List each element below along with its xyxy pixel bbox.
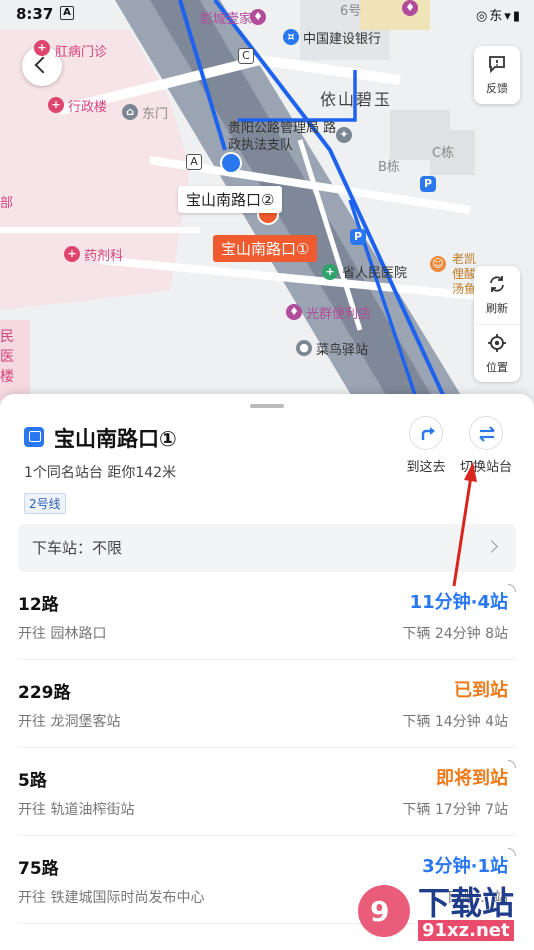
- route-destination: 开往 园林路口: [18, 626, 107, 642]
- locate-icon: [488, 334, 506, 352]
- parking-icon: P: [350, 229, 366, 245]
- refresh-label: 刷新: [486, 302, 508, 315]
- map-label-store[interactable]: 光群便利店: [306, 303, 371, 322]
- route-name: 75路: [18, 859, 59, 879]
- map-label-building-6: 6号: [340, 4, 362, 19]
- route-eta: 即将到站: [436, 768, 508, 789]
- status-time: 8:37: [16, 5, 54, 23]
- chevron-left-icon: [34, 56, 52, 74]
- alight-label: 下车站：不限: [32, 539, 123, 557]
- watermark-sub: 91xz.net: [418, 920, 514, 941]
- annotation-arrow: [452, 462, 477, 587]
- route-eta: 已到站: [454, 680, 508, 701]
- hospital-cross-icon: +: [64, 246, 80, 262]
- route-next-bus: 下辆 14分钟 4站: [402, 714, 508, 730]
- bank-icon: ¤: [283, 29, 299, 45]
- map-label-bank[interactable]: 中国建设银行: [303, 28, 381, 47]
- swap-icon: [469, 416, 503, 450]
- gate-icon: ⌂: [122, 104, 138, 120]
- notification-a-icon: A: [60, 6, 74, 20]
- map-label-east-gate[interactable]: 东门: [142, 103, 168, 122]
- route-next-bus: 下辆 24分钟 8站: [402, 626, 508, 642]
- feedback-card[interactable]: 反馈: [474, 46, 520, 104]
- location-button[interactable]: 位置: [474, 324, 520, 382]
- route-destination: 开往 龙洞堡客站: [18, 714, 121, 730]
- route-name: 12路: [18, 595, 59, 615]
- bus-stop-pin[interactable]: [220, 152, 242, 174]
- location-label: 位置: [486, 361, 508, 374]
- locker-icon: ●: [296, 340, 312, 356]
- gov-icon: ✦: [336, 127, 352, 143]
- parking-icon: P: [420, 176, 436, 192]
- site-watermark: 9 下载站 91xz.net: [356, 876, 526, 946]
- chevron-right-icon: [485, 540, 498, 553]
- realtime-signal-icon: [508, 848, 516, 856]
- feedback-button[interactable]: 反馈: [474, 46, 520, 104]
- map-label-law-enforcement[interactable]: 贵阳公路管理局 路政执法支队: [228, 120, 338, 154]
- hospital-icon: +: [322, 264, 338, 280]
- route-next-bus: 下辆 17分钟 7站: [402, 802, 508, 818]
- refresh-button[interactable]: 刷新: [474, 266, 520, 324]
- stop-title: 宝山南路口①: [54, 427, 177, 451]
- map-label-cainiao[interactable]: 菜鸟驿站: [316, 339, 368, 358]
- bus-stop-icon: [24, 427, 44, 447]
- svg-text:9: 9: [370, 895, 389, 928]
- map-label-building-c: C栋: [432, 146, 455, 161]
- shop-icon: ♦: [402, 0, 418, 16]
- system-status-icons: ◎东▾▮: [475, 9, 522, 24]
- watermark-main: 下载站: [418, 884, 515, 922]
- feedback-label: 反馈: [486, 82, 508, 95]
- route-eta: 11分钟·4站: [409, 592, 508, 613]
- cinema-icon: ♦: [250, 9, 266, 25]
- metro-line-tag[interactable]: 2号线: [24, 493, 66, 514]
- status-bar: 8:37 A ◎东▾▮: [0, 0, 534, 28]
- exit-a-marker: A: [186, 154, 202, 170]
- restaurant-icon: ☺: [430, 256, 446, 272]
- route-destination: 开往 轨道油榨街站: [18, 802, 135, 818]
- route-name: 229路: [18, 683, 71, 703]
- map-label-provincial-hospital[interactable]: 省人民医院: [342, 262, 407, 281]
- map-label-yingcheng[interactable]: 影城壹家: [200, 8, 252, 27]
- route-destination: 开往 铁建城国际时尚发布中心: [18, 890, 205, 906]
- stop-label-2[interactable]: 宝山南路口②: [178, 186, 283, 213]
- map-label-pharmacy[interactable]: 药剂科: [84, 245, 123, 264]
- map-label-clinic[interactable]: 肛病门诊: [55, 41, 107, 60]
- sheet-drag-handle[interactable]: [250, 404, 284, 408]
- stop-label-1-selected[interactable]: 宝山南路口①: [213, 235, 318, 262]
- realtime-signal-icon: [508, 584, 516, 592]
- map-label-bu: 部: [0, 196, 14, 211]
- map-label-hospital-building: 民医楼: [0, 329, 14, 385]
- refresh-icon: [490, 276, 504, 292]
- hospital-cross-icon: +: [34, 40, 50, 56]
- route-eta: 3分钟·1站: [422, 856, 508, 877]
- map-view[interactable]: 8:37 A ◎东▾▮ + 肛病门诊 + 行政楼 ⌂ 东门 部 + 药剂科 民医…: [0, 0, 534, 410]
- store-icon: ♦: [286, 304, 302, 320]
- map-label-yishan[interactable]: 依山碧玉: [320, 86, 392, 110]
- route-row[interactable]: 229路 开往 龙洞堡客站 已到站 下辆 14分钟 4站: [18, 660, 516, 748]
- route-row[interactable]: 5路 开往 轨道油榨街站 即将到站 下辆 17分钟 7站: [18, 748, 516, 836]
- feedback-icon: [489, 56, 505, 74]
- map-label-admin[interactable]: 行政楼: [68, 96, 107, 115]
- map-controls-card: 刷新 位置: [474, 266, 520, 382]
- realtime-signal-icon: [508, 760, 516, 768]
- map-label-building-b: B栋: [378, 160, 400, 175]
- route-name: 5路: [18, 771, 47, 791]
- hospital-cross-icon: +: [48, 97, 64, 113]
- navigate-icon: [409, 416, 443, 450]
- exit-c-marker: C: [238, 48, 254, 64]
- stop-info: 1个同名站台 距你142米: [24, 465, 177, 481]
